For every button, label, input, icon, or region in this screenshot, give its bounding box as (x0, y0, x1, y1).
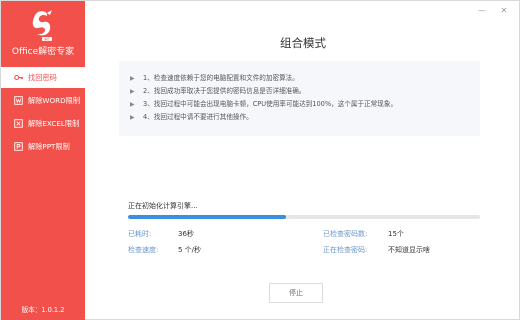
sidebar-item-ppt[interactable]: 解除PPT限制 (1, 136, 85, 157)
sidebar-item-label: 找回密码 (28, 72, 57, 82)
sidebar-item-excel[interactable]: 解除EXCEL限制 (1, 113, 85, 134)
elapsed-value: 36秒 (178, 230, 194, 238)
minimize-icon: — (478, 5, 486, 15)
sidebar-nav: 找回密码 解除WORD限制 解除EXCEL限制 解除PPT限制 (1, 67, 85, 159)
arrow-right-icon: ▶ (130, 101, 135, 108)
info-text: 3、找回过程中可能会出现电脑卡顿，CPU使用率可能达到100%，这个属于正常现象… (143, 100, 398, 108)
sidebar-item-label: 解除PPT限制 (28, 141, 70, 151)
checked-count-stat: 已检查密码数: 15个 (323, 229, 404, 239)
app-window: 解密 Office解密专家 找回密码 解除WORD限制 解除EXCEL限制 解除… (0, 0, 520, 320)
info-line: ▶ 4、找回过程中请不要进行其他操作。 (130, 111, 480, 124)
info-line: ▶ 3、找回过程中可能会出现电脑卡顿，CPU使用率可能达到100%，这个属于正常… (130, 98, 480, 111)
elapsed-stat: 已耗时: 36秒 (128, 229, 194, 239)
arrow-right-icon: ▶ (130, 114, 135, 121)
arrow-right-icon: ▶ (130, 75, 135, 82)
info-text: 1、检查速度依赖于您的电脑配置和文件的加密算法。 (143, 74, 299, 82)
stop-button[interactable]: 停止 (269, 283, 323, 303)
speed-label: 检查速度: (128, 246, 159, 254)
app-title: Office解密专家 (11, 47, 75, 57)
ppt-icon (14, 142, 23, 151)
window-controls: — ✕ (477, 5, 509, 15)
checked-count-value: 15个 (388, 230, 404, 238)
info-line: ▶ 1、检查速度依赖于您的电脑配置和文件的加密算法。 (130, 72, 480, 85)
svg-text:解密: 解密 (44, 37, 50, 41)
sidebar-item-label: 解除EXCEL限制 (28, 118, 80, 128)
app-logo-icon: 解密 (32, 10, 52, 41)
close-button[interactable]: ✕ (499, 5, 509, 15)
word-icon (14, 96, 23, 105)
key-icon (14, 73, 23, 82)
sidebar-item-recover-password[interactable]: 找回密码 (1, 67, 85, 88)
info-text: 2、找回成功率取决于您提供的密码信息是否详细准确。 (143, 87, 306, 95)
excel-icon (14, 119, 23, 128)
page-title: 组合模式 (280, 36, 326, 50)
minimize-button[interactable]: — (477, 5, 487, 15)
info-box: ▶ 1、检查速度依赖于您的电脑配置和文件的加密算法。 ▶ 2、找回成功率取决于您… (119, 61, 480, 136)
progress-bar-fill (128, 215, 287, 219)
current-password-value: 不知道显示啥 (388, 246, 430, 254)
progress-bar (128, 215, 480, 219)
elapsed-label: 已耗时: (128, 230, 152, 238)
sidebar: 解密 Office解密专家 找回密码 解除WORD限制 解除EXCEL限制 解除… (1, 1, 85, 320)
checked-count-label: 已检查密码数: (323, 230, 368, 238)
info-text: 4、找回过程中请不要进行其他操作。 (143, 113, 253, 121)
speed-stat: 检查速度: 5 个/秒 (128, 245, 201, 255)
speed-value: 5 个/秒 (178, 246, 202, 254)
arrow-right-icon: ▶ (130, 88, 135, 95)
progress-status: 正在初始化计算引擎... (128, 202, 198, 210)
sidebar-item-label: 解除WORD限制 (28, 95, 81, 105)
close-icon: ✕ (500, 5, 508, 15)
current-password-stat: 正在检查密码: 不知道显示啥 (323, 245, 430, 255)
sidebar-item-word[interactable]: 解除WORD限制 (1, 90, 85, 111)
version-label: 版本：1.0.1.2 (21, 306, 65, 314)
current-password-label: 正在检查密码: (323, 246, 368, 254)
info-line: ▶ 2、找回成功率取决于您提供的密码信息是否详细准确。 (130, 85, 480, 98)
